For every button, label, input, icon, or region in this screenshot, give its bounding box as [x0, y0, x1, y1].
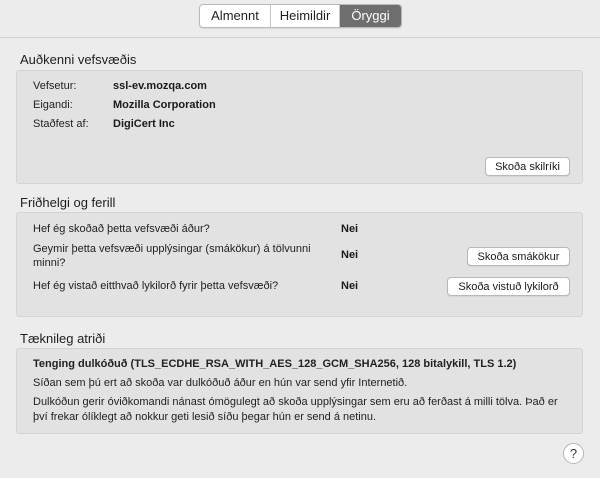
tab-permissions[interactable]: Heimildir: [271, 5, 340, 27]
tab-security[interactable]: Öryggi: [340, 5, 401, 27]
encryption-description: Síðan sem þú ert að skoða var dulkóðuð á…: [33, 377, 408, 389]
technical-box: Tenging dulkóðuð (TLS_ECDHE_RSA_WITH_AES…: [16, 348, 583, 434]
view-cookies-button[interactable]: Skoða smákökur: [467, 247, 570, 266]
view-certificate-button[interactable]: Skoða skilríki: [485, 157, 570, 176]
owner-label: Eigandi:: [33, 99, 73, 111]
connection-status: Tenging dulkóðuð (TLS_ECDHE_RSA_WITH_AES…: [33, 358, 517, 370]
visited-answer: Nei: [341, 223, 359, 235]
technical-section-title: Tæknileg atriði: [20, 331, 106, 346]
divider: [0, 37, 600, 38]
view-saved-passwords-button[interactable]: Skoða vistuð lykilorð: [447, 277, 570, 296]
identity-section-title: Auðkenni vefsvæðis: [20, 52, 137, 67]
encryption-explanation: Dulkóðun gerir óviðkomandi nánast ómögul…: [33, 396, 558, 423]
website-value: ssl-ev.mozqa.com: [113, 80, 207, 92]
privacy-section-title: Friðhelgi og ferill: [20, 195, 116, 210]
passwords-answer: Nei: [341, 280, 359, 292]
cookies-answer: Nei: [341, 249, 359, 261]
owner-value: Mozilla Corporation: [113, 99, 216, 111]
privacy-box: Hef ég skoðað þetta vefsvæði áður? Nei G…: [16, 212, 583, 317]
passwords-question: Hef ég vistað eitthvað lykilorð fyrir þe…: [33, 280, 279, 292]
tab-general[interactable]: Almennt: [200, 5, 271, 27]
tab-bar: Almennt Heimildir Öryggi: [199, 4, 402, 28]
cookies-question: Geymir þetta vefsvæði upplýsingar (smákö…: [33, 243, 311, 269]
help-button[interactable]: ?: [563, 443, 584, 464]
website-label: Vefsetur:: [33, 80, 77, 92]
verified-by-label: Staðfest af:: [33, 118, 89, 130]
verified-by-value: DigiCert Inc: [113, 118, 175, 130]
visited-question: Hef ég skoðað þetta vefsvæði áður?: [33, 223, 210, 235]
identity-box: Vefsetur: ssl-ev.mozqa.com Eigandi: Mozi…: [16, 70, 583, 184]
